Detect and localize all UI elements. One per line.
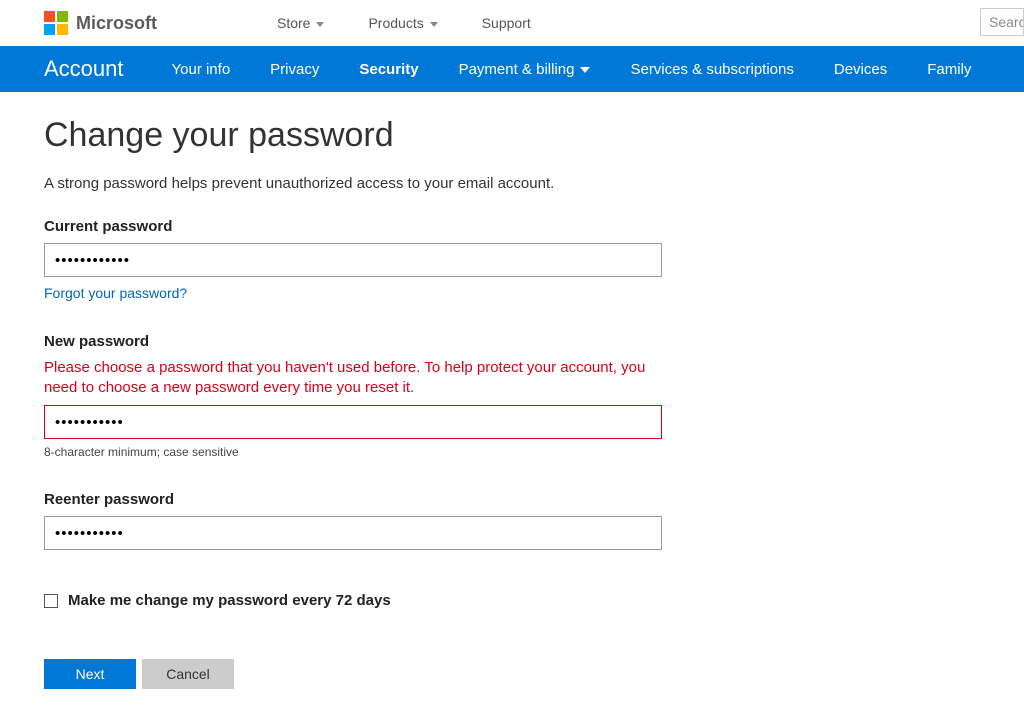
button-row: Next Cancel: [44, 659, 716, 689]
top-header: Microsoft Store Products Support Search: [0, 0, 1024, 46]
next-button[interactable]: Next: [44, 659, 136, 689]
chevron-down-icon: [430, 22, 438, 27]
chevron-down-icon: [580, 67, 590, 73]
top-nav-products[interactable]: Products: [368, 15, 437, 31]
reenter-password-group: Reenter password: [44, 491, 716, 550]
current-password-label: Current password: [44, 218, 716, 235]
account-brand[interactable]: Account: [44, 56, 124, 82]
forgot-password-link[interactable]: Forgot your password?: [44, 285, 187, 301]
top-nav-support[interactable]: Support: [482, 15, 531, 31]
search-input[interactable]: Search: [980, 8, 1024, 36]
nav-devices[interactable]: Devices: [834, 61, 887, 78]
nav-payment-billing[interactable]: Payment & billing: [459, 61, 591, 78]
reenter-password-label: Reenter password: [44, 491, 716, 508]
change-every-72-checkbox[interactable]: [44, 594, 58, 608]
current-password-input[interactable]: [44, 243, 662, 277]
current-password-group: Current password Forgot your password?: [44, 218, 716, 301]
nav-services-subscriptions[interactable]: Services & subscriptions: [630, 61, 793, 78]
nav-privacy[interactable]: Privacy: [270, 61, 319, 78]
account-nav-bar: Account Your info Privacy Security Payme…: [0, 46, 1024, 92]
new-password-error: Please choose a password that you haven'…: [44, 358, 662, 397]
change-every-72-label: Make me change my password every 72 days: [68, 592, 391, 609]
new-password-hint: 8-character minimum; case sensitive: [44, 445, 716, 459]
nav-family[interactable]: Family: [927, 61, 971, 78]
new-password-label: New password: [44, 333, 716, 350]
microsoft-logo[interactable]: Microsoft: [44, 11, 157, 35]
new-password-group: New password Please choose a password th…: [44, 333, 716, 459]
microsoft-logo-text: Microsoft: [76, 13, 157, 34]
reenter-password-input[interactable]: [44, 516, 662, 550]
main-content: Change your password A strong password h…: [0, 92, 760, 719]
nav-security[interactable]: Security: [359, 61, 418, 78]
page-title: Change your password: [44, 116, 716, 155]
microsoft-logo-icon: [44, 11, 68, 35]
nav-your-info[interactable]: Your info: [172, 61, 231, 78]
chevron-down-icon: [316, 22, 324, 27]
top-nav: Store Products Support: [277, 15, 531, 31]
change-every-72-checkbox-row: Make me change my password every 72 days: [44, 592, 716, 609]
new-password-input[interactable]: [44, 405, 662, 439]
top-nav-store[interactable]: Store: [277, 15, 324, 31]
cancel-button[interactable]: Cancel: [142, 659, 234, 689]
page-subtitle: A strong password helps prevent unauthor…: [44, 175, 716, 192]
